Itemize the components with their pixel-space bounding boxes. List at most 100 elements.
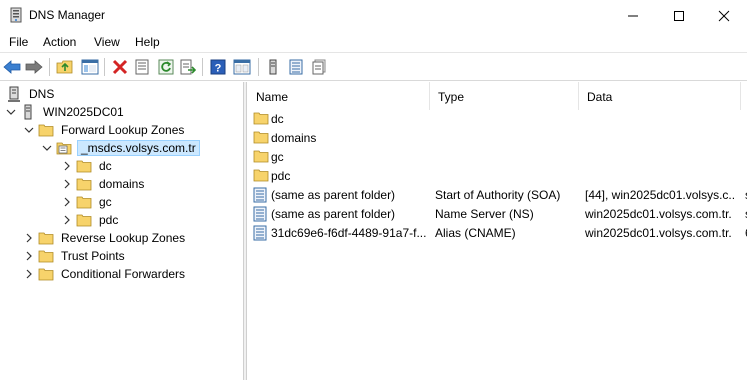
tree-node-server[interactable]: WIN2025DC01 (6, 103, 126, 121)
forward-arrow-icon (25, 60, 43, 74)
chevron-right-icon[interactable] (62, 161, 72, 171)
console-view-button[interactable] (232, 57, 252, 77)
help-button[interactable]: ? (208, 57, 228, 77)
list-item[interactable]: domains (248, 129, 747, 147)
records-button[interactable] (286, 57, 306, 77)
tree-label-forward-lookup-zones: Forward Lookup Zones (61, 123, 185, 137)
chevron-right-icon[interactable] (62, 179, 72, 189)
pane-splitter[interactable] (244, 82, 247, 380)
toolbar: ? (0, 54, 747, 81)
folder-icon (76, 194, 92, 210)
tree-node-domains[interactable]: domains (62, 175, 146, 193)
column-header-name[interactable]: Name (248, 82, 430, 110)
record-icon (253, 225, 269, 241)
help-icon: ? (210, 59, 226, 75)
toolbar-separator (104, 58, 105, 76)
chevron-right-icon[interactable] (24, 233, 34, 243)
folder-icon (38, 230, 54, 246)
column-header-timestamp[interactable]: T (741, 82, 747, 110)
show-hide-console-tree-button[interactable] (80, 57, 100, 77)
menu-view[interactable]: View (94, 35, 120, 49)
chevron-down-icon[interactable] (24, 125, 34, 135)
chevron-down-icon[interactable] (6, 107, 16, 117)
tree-node-msdcs-zone[interactable]: _msdcs.volsys.com.tr (42, 139, 200, 157)
svg-text:?: ? (215, 63, 222, 75)
cell-data: [44], win2025dc01.volsys.c... (585, 188, 735, 202)
folder-icon (253, 130, 269, 146)
list-item[interactable]: gc (248, 148, 747, 166)
refresh-icon (158, 59, 174, 75)
tree-label-reverse-lookup-zones: Reverse Lookup Zones (61, 231, 186, 245)
up-one-level-button[interactable] (55, 57, 75, 77)
add-record-icon (312, 59, 326, 75)
tree-node-trust-points[interactable]: Trust Points (24, 247, 127, 265)
chevron-down-icon[interactable] (42, 143, 52, 153)
folder-icon (76, 176, 92, 192)
tree-label-dns: DNS (29, 87, 55, 101)
tree-node-pdc[interactable]: pdc (62, 211, 120, 229)
tree-node-forward-lookup-zones[interactable]: Forward Lookup Zones (24, 121, 186, 139)
tree-label-pdc: pdc (99, 213, 119, 227)
cell-name: domains (271, 131, 317, 145)
tree-label-msdcs-zone: _msdcs.volsys.com.tr (77, 140, 200, 156)
tree-node-gc[interactable]: gc (62, 193, 114, 211)
window-title: DNS Manager (29, 8, 106, 22)
folder-icon (38, 266, 54, 282)
chevron-right-icon[interactable] (24, 269, 34, 279)
menu-file[interactable]: File (9, 35, 28, 49)
folder-icon (253, 168, 269, 184)
menu-bar: File Action View Help (0, 31, 747, 53)
dns-app-icon (10, 7, 22, 23)
tree-node-conditional-forwarders[interactable]: Conditional Forwarders (24, 265, 187, 283)
list-item[interactable]: dc (248, 110, 747, 128)
server-button[interactable] (263, 57, 283, 77)
tree-node-dc[interactable]: dc (62, 157, 114, 175)
refresh-button[interactable] (156, 57, 176, 77)
toolbar-separator (49, 58, 50, 76)
tree-label-domains: domains (99, 177, 145, 191)
back-button[interactable] (2, 57, 22, 77)
export-list-button[interactable] (178, 57, 198, 77)
cell-type: Start of Authority (SOA) (435, 188, 561, 202)
folder-icon (38, 248, 54, 264)
delete-button[interactable] (110, 57, 130, 77)
maximize-icon (674, 10, 684, 21)
forward-button[interactable] (24, 57, 44, 77)
record-icon (253, 187, 269, 203)
tree-node-reverse-lookup-zones[interactable]: Reverse Lookup Zones (24, 229, 187, 247)
cell-type: Name Server (NS) (435, 207, 534, 221)
list-item[interactable]: 31dc69e6-f6df-4489-91a7-f... Alias (CNAME… (248, 224, 747, 242)
cell-name: (same as parent folder) (271, 207, 396, 221)
zone-icon (56, 140, 72, 156)
folder-icon (76, 212, 92, 228)
cell-name: dc (271, 112, 284, 126)
cell-type: Alias (CNAME) (435, 226, 516, 240)
close-button[interactable] (701, 0, 747, 31)
chevron-right-icon[interactable] (62, 197, 72, 207)
tree-node-dns[interactable]: DNS (6, 85, 56, 103)
chevron-right-icon[interactable] (24, 251, 34, 261)
title-bar: DNS Manager (0, 0, 747, 31)
add-record-button[interactable] (309, 57, 329, 77)
folder-icon (76, 158, 92, 174)
list-item[interactable]: (same as parent folder) Start of Authorit… (248, 186, 747, 204)
chevron-right-icon[interactable] (62, 215, 72, 225)
column-header-type[interactable]: Type (430, 82, 579, 110)
properties-button[interactable] (132, 57, 152, 77)
list-item[interactable]: pdc (248, 167, 747, 185)
toolbar-separator (202, 58, 203, 76)
minimize-button[interactable] (610, 0, 656, 31)
menu-action[interactable]: Action (43, 35, 76, 49)
maximize-button[interactable] (656, 0, 702, 31)
cell-name: (same as parent folder) (271, 188, 396, 202)
details-list: Name Type Data T dc domains gc pdc (same as … (248, 82, 747, 380)
back-arrow-icon (3, 60, 21, 74)
column-header-data[interactable]: Data (579, 82, 741, 110)
tree-label-server: WIN2025DC01 (43, 105, 124, 119)
list-item[interactable]: (same as parent folder) Name Server (NS) w… (248, 205, 747, 223)
menu-help[interactable]: Help (135, 35, 160, 49)
up-folder-icon (56, 60, 73, 74)
toolbar-separator (258, 58, 259, 76)
folder-icon (253, 149, 269, 165)
cell-name: pdc (271, 169, 291, 183)
